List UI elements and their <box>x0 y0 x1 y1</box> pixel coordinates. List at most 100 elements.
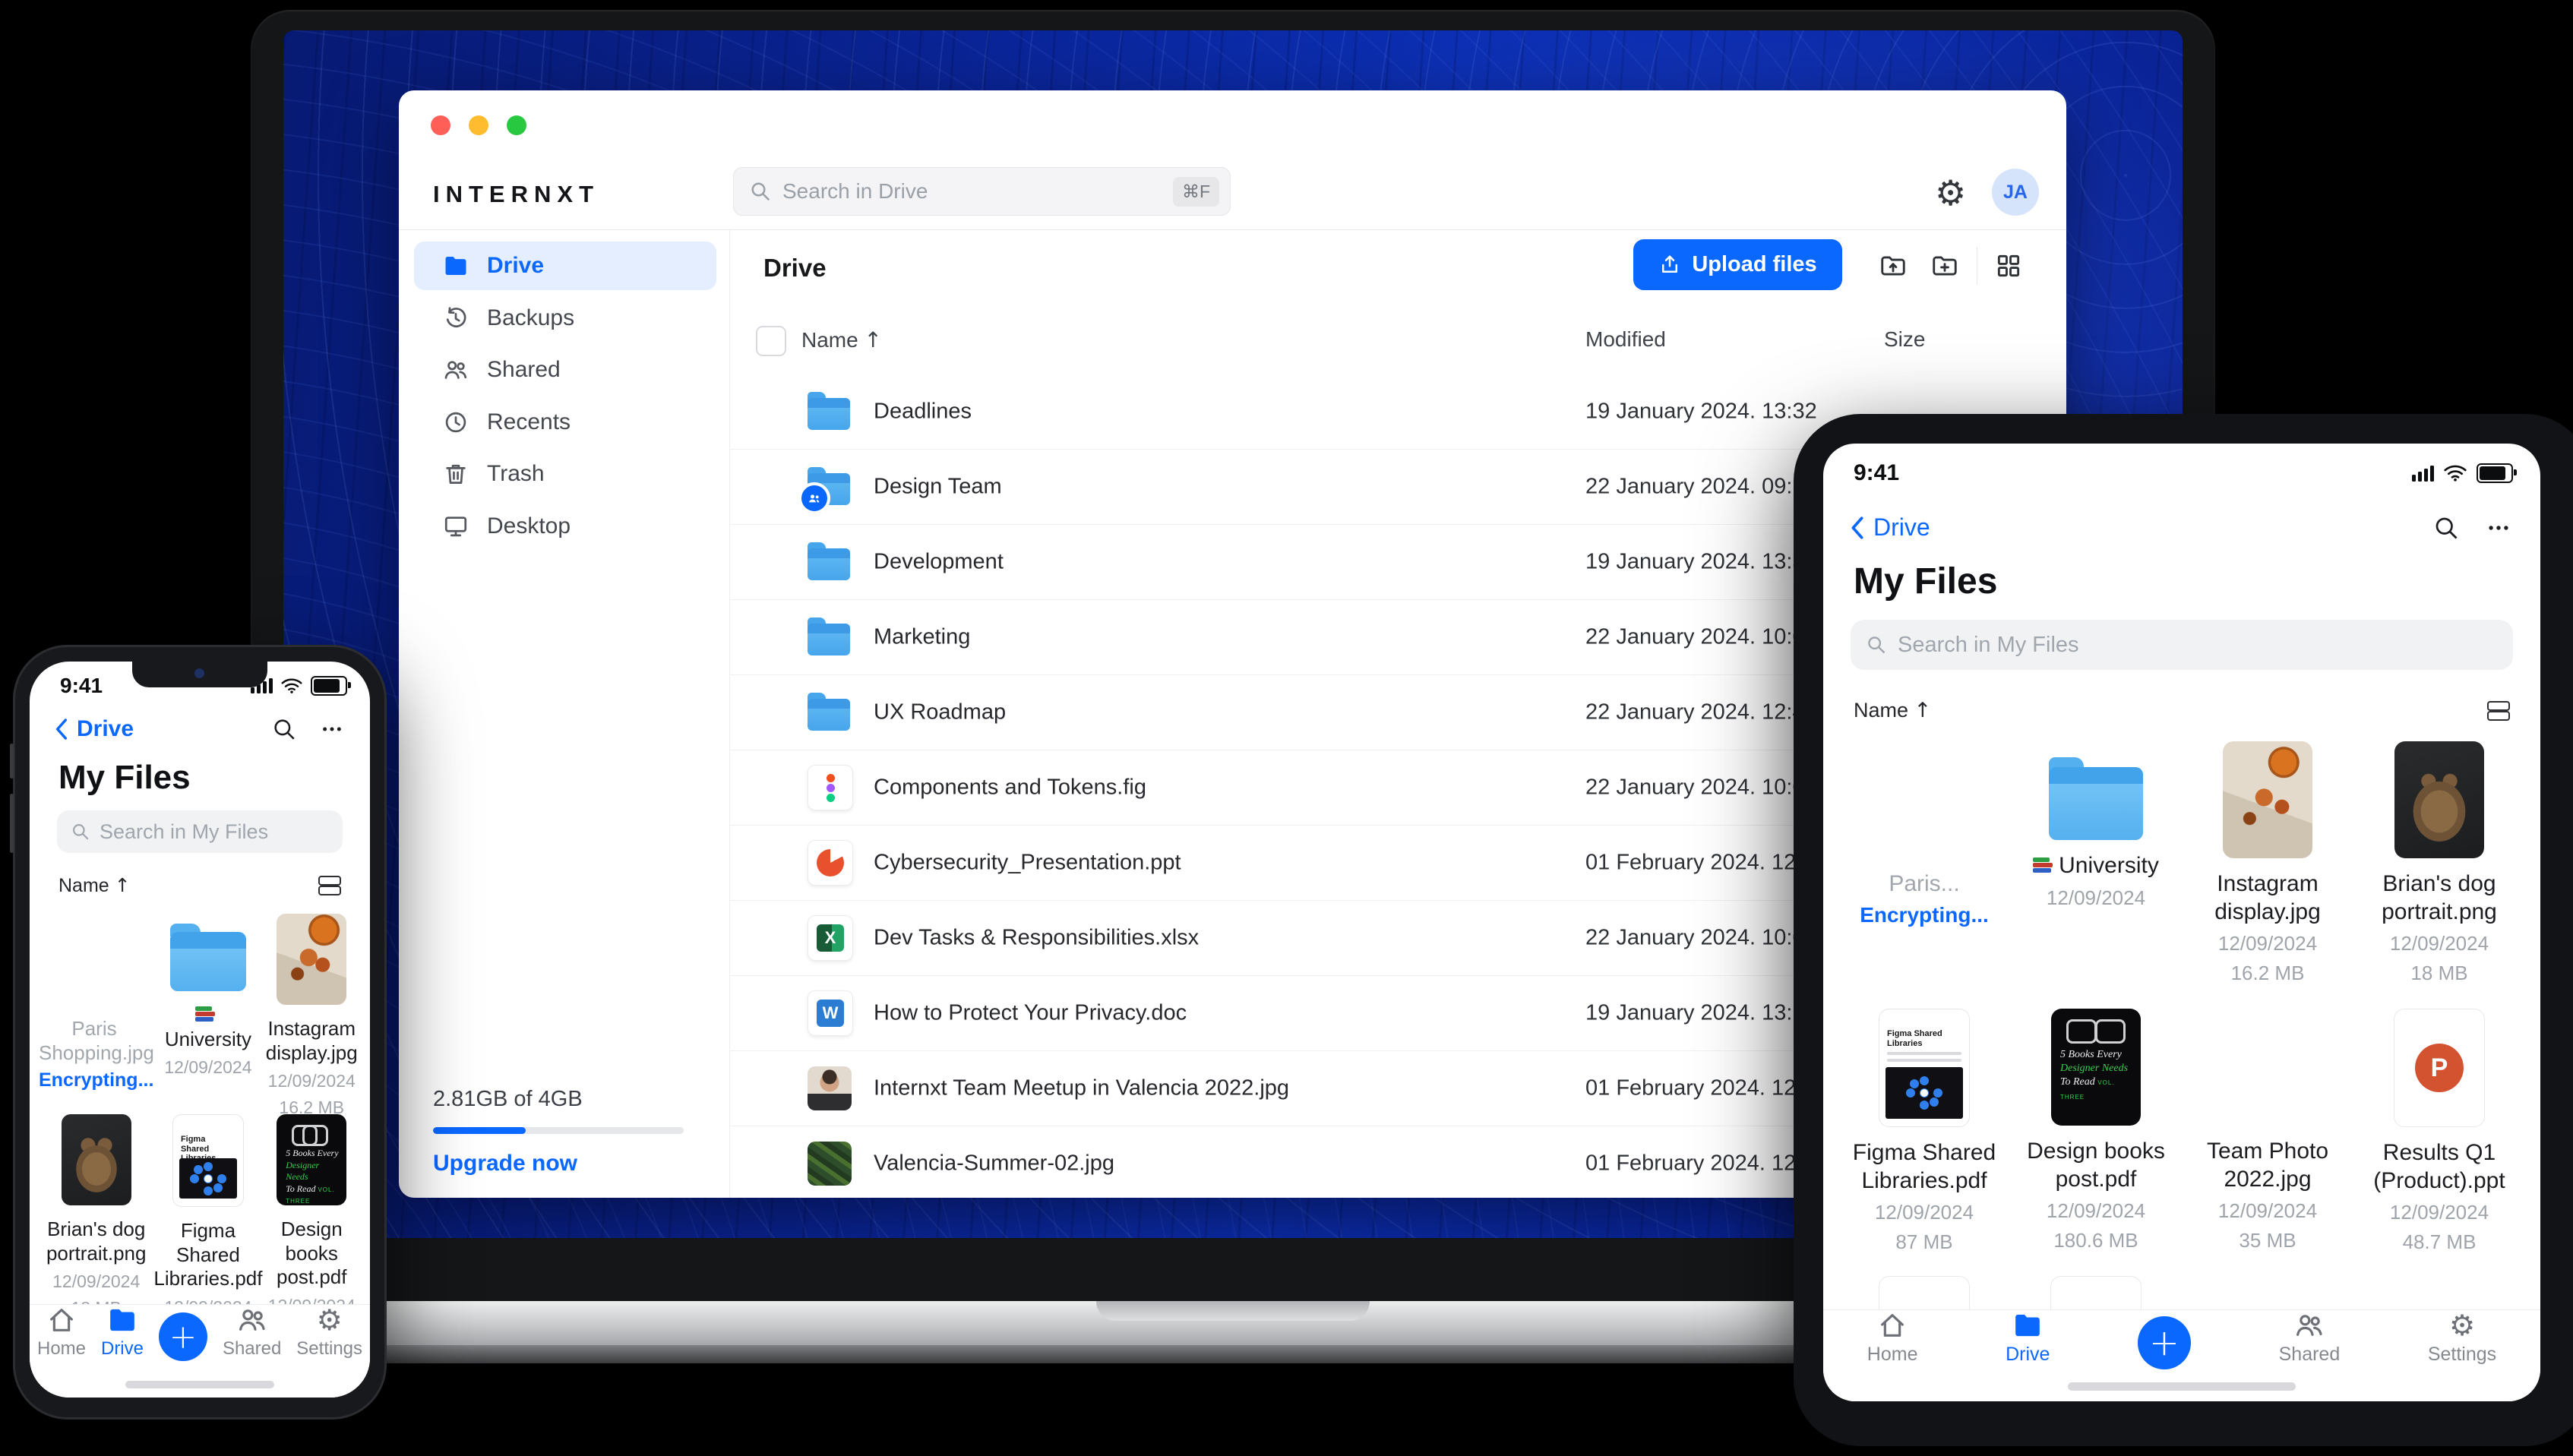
search-input[interactable]: Search in My Files <box>1851 620 2513 670</box>
file-name: University <box>2033 852 2159 880</box>
file-date: 12/09/2024 <box>2217 932 2318 955</box>
file-tile[interactable]: University 12/09/2024 <box>2033 741 2159 1009</box>
file-thumbnail <box>61 1114 131 1205</box>
file-tile[interactable]: Figma SharedLibraries Figma Shared Libra… <box>1848 1009 2000 1276</box>
home-indicator[interactable] <box>2068 1382 2296 1391</box>
add-button[interactable]: + <box>158 1312 207 1361</box>
phone-device: 9:41 Drive My Files Search in My Files N… <box>10 645 387 1420</box>
nav-item-settings[interactable]: ⚙ Settings <box>296 1305 362 1360</box>
close-window-icon[interactable] <box>431 115 450 135</box>
folder-icon <box>2048 757 2143 840</box>
nav-item-label: Shared <box>222 1338 282 1359</box>
column-name[interactable]: Name ↑ <box>801 327 882 352</box>
nav-item-home[interactable]: Home <box>1867 1310 1917 1366</box>
file-tile[interactable]: P Results Q1 (Product).ppt 12/09/2024 48… <box>2363 1009 2515 1276</box>
file-tile[interactable]: Team Photo 2022.jpg 12/09/2024 35 MB <box>2192 1009 2344 1276</box>
file-tile[interactable]: Paris... Encrypting... <box>1860 741 1989 1009</box>
file-tile[interactable]: Brian's dog portrait.png 12/09/2024 18 M… <box>41 1114 152 1318</box>
drive-search-input[interactable]: Search in Drive ⌘F <box>733 167 1231 216</box>
file-size: 18 MB <box>2410 962 2468 985</box>
file-tile[interactable]: Brian's dog portrait.png 12/09/2024 18 M… <box>2363 741 2515 1009</box>
file-type-icon <box>808 1066 852 1110</box>
back-button[interactable]: Drive <box>1873 513 1930 542</box>
sidebar-item-recents[interactable]: Recents <box>414 398 716 447</box>
file-tile[interactable]: Instagram display.jpg 12/09/2024 16.2 MB <box>262 914 361 1117</box>
file-tile[interactable]: University 12/09/2024 <box>153 914 262 1114</box>
upgrade-link[interactable]: Upgrade now <box>433 1151 691 1176</box>
minimize-window-icon[interactable] <box>469 115 488 135</box>
file-name: How to Protect Your Privacy.doc <box>874 1000 1187 1025</box>
file-name: Brian's dog portrait.png <box>2382 871 2497 924</box>
grid-view-icon[interactable] <box>1994 251 2023 280</box>
search-input[interactable]: Search in My Files <box>57 810 343 853</box>
laptop-lid-notch <box>1096 1301 1370 1321</box>
file-name: Marketing <box>874 624 971 649</box>
add-button[interactable]: + <box>2138 1316 2192 1369</box>
back-chevron-icon[interactable] <box>52 717 71 741</box>
nav-item-drive[interactable]: Drive <box>2006 1310 2050 1366</box>
wifi-icon <box>281 678 302 693</box>
nav-item-shared[interactable]: Shared <box>223 1305 281 1360</box>
shared-badge-icon <box>798 482 830 514</box>
sidebar-item-label: Trash <box>487 461 545 486</box>
file-modified-date: 22 January 2024. 12:44 <box>1585 700 1817 725</box>
upload-icon <box>1662 255 1678 273</box>
file-tile[interactable]: Paris Shopping.jpg Encrypting... <box>39 914 154 1114</box>
sidebar-item-label: Desktop <box>487 513 571 538</box>
phone-nav-bar: Drive <box>52 716 344 742</box>
window-traffic-lights[interactable] <box>431 115 526 135</box>
nav-item-home[interactable]: Home <box>37 1305 86 1360</box>
upload-folder-icon[interactable] <box>1879 251 1908 280</box>
settings-gear-icon[interactable]: ⚙ <box>1935 175 1966 210</box>
maximize-window-icon[interactable] <box>507 115 526 135</box>
file-tile[interactable]: Figma SharedLibraries Figma Shared Libra… <box>153 1114 262 1344</box>
upload-files-button[interactable]: Upload files <box>1633 239 1842 290</box>
file-tile[interactable]: 5 Books Every Designer Needs To Read VOL. … <box>262 1114 361 1342</box>
file-thumbnail <box>1879 741 1969 858</box>
column-modified[interactable]: Modified <box>1585 327 1666 352</box>
desktop-icon <box>443 513 469 539</box>
file-modified-date: 22 January 2024. 09:2 <box>1585 474 1805 499</box>
list-view-icon[interactable] <box>2487 700 2510 721</box>
nav-item-settings[interactable]: ⚙ Settings <box>2428 1310 2496 1366</box>
search-icon[interactable] <box>2432 514 2460 542</box>
more-options-icon[interactable] <box>320 717 344 741</box>
search-icon <box>73 824 89 840</box>
nav-item-drive[interactable]: Drive <box>101 1305 144 1360</box>
search-icon[interactable] <box>271 716 297 742</box>
file-thumbnail: P <box>2394 1009 2485 1127</box>
list-view-icon[interactable] <box>318 876 341 895</box>
column-size[interactable]: Size <box>1884 327 1925 352</box>
new-folder-icon[interactable] <box>1930 251 1959 280</box>
back-chevron-icon[interactable] <box>1848 515 1867 541</box>
sidebar-item-drive[interactable]: Drive <box>414 242 716 290</box>
page-title: My Files <box>1854 561 1998 602</box>
nav-item-shared[interactable]: Shared <box>2279 1310 2340 1366</box>
file-date: 12/09/2024 <box>2046 1199 2146 1223</box>
search-placeholder: Search in My Files <box>100 820 269 843</box>
file-type-icon <box>808 1142 852 1186</box>
file-name: Paris... <box>1889 871 1960 896</box>
sidebar-item-desktop[interactable]: Desktop <box>414 502 716 551</box>
shared-icon <box>235 1305 269 1335</box>
file-name: Brian's dog portrait.png <box>46 1218 147 1265</box>
file-tile[interactable]: Instagram display.jpg 12/09/2024 16.2 MB <box>2192 741 2344 1009</box>
sidebar-item-trash[interactable]: Trash <box>414 450 716 498</box>
more-options-icon[interactable] <box>2486 515 2511 541</box>
file-size: 87 MB <box>1895 1230 1953 1254</box>
sidebar-item-backups[interactable]: Backups <box>414 294 716 343</box>
back-button[interactable]: Drive <box>77 716 134 742</box>
home-indicator[interactable] <box>125 1381 274 1388</box>
file-thumbnail <box>2223 741 2312 858</box>
sidebar-item-shared[interactable]: Shared <box>414 346 716 394</box>
sort-by-name[interactable]: Name ↑ <box>1854 699 1931 722</box>
file-modified-date: 01 February 2024. 12:3 <box>1585 1151 1815 1176</box>
avatar[interactable]: JA <box>1992 169 2039 216</box>
file-tile[interactable]: 5 Books Every Designer Needs To Read VOL. … <box>2020 1009 2172 1276</box>
select-all-checkbox[interactable] <box>756 326 786 356</box>
sort-arrow-icon: ↑ <box>864 327 882 352</box>
sort-by-name[interactable]: Name ↑ <box>58 874 131 897</box>
drive-icon <box>2011 1310 2044 1341</box>
file-type-icon <box>808 392 850 430</box>
file-type-icon <box>808 840 853 886</box>
